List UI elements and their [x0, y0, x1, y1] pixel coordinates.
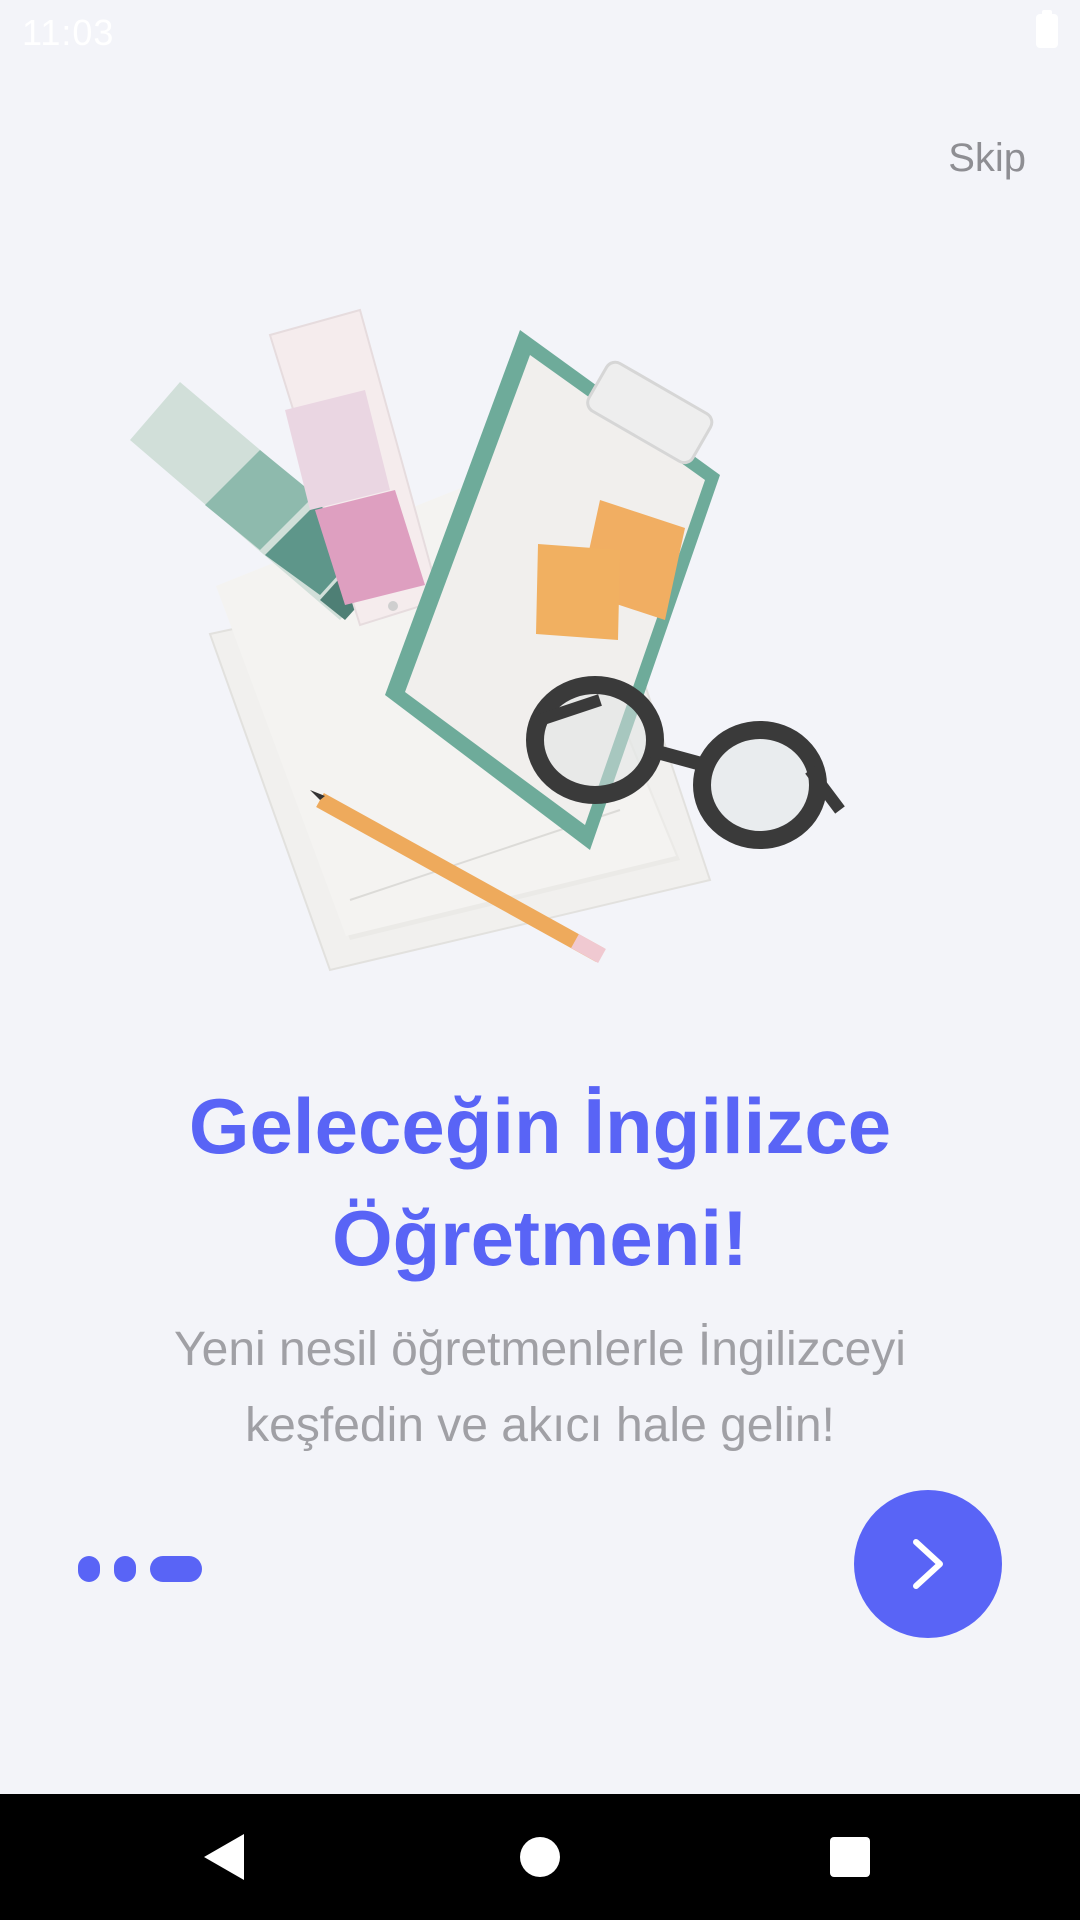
status-bar: 11:03: [0, 0, 1080, 64]
back-icon[interactable]: [204, 1834, 244, 1880]
page-dot-active: [150, 1556, 202, 1582]
status-time: 11:03: [22, 12, 115, 53]
stationery-illustration-icon: [130, 308, 845, 972]
page-title: Geleceğin İngilizce Öğretmeni!: [188, 1082, 892, 1282]
recents-icon[interactable]: [830, 1837, 870, 1877]
home-icon[interactable]: [520, 1837, 560, 1877]
page-indicator: [78, 1556, 202, 1582]
page-dot: [78, 1556, 100, 1582]
battery-icon: [1036, 10, 1058, 48]
next-button[interactable]: [854, 1490, 1002, 1638]
skip-button[interactable]: Skip: [948, 136, 1026, 181]
page-subtitle: Yeni nesil öğretmenlerle İngilizceyi keş…: [174, 1323, 906, 1452]
page-dot: [114, 1556, 136, 1582]
chevron-right-icon: [913, 1539, 943, 1589]
navigation-bar: [0, 1794, 1080, 1920]
